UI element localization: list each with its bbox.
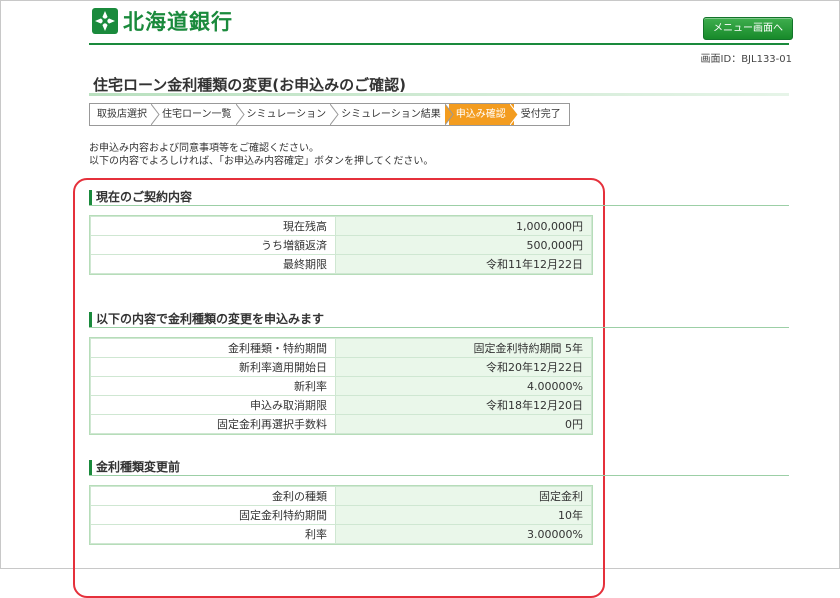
row-label: 新利率 <box>90 376 336 396</box>
row-label: 新利率適用開始日 <box>90 357 336 377</box>
table-row: 固定金利特約期間 10年 <box>90 505 592 525</box>
row-label: うち増額返済 <box>90 235 336 255</box>
row-label: 固定金利特約期間 <box>90 505 336 525</box>
bank-logo[interactable]: 北海道銀行 <box>92 6 233 36</box>
chevron-right-icon <box>444 104 454 125</box>
row-value: 固定金利特約期間 5年 <box>335 338 592 358</box>
step-label: シミュレーション <box>246 109 327 120</box>
table-row: うち増額返済 500,000円 <box>90 235 592 255</box>
section-title: 現在のご契約内容 <box>96 190 193 204</box>
table-row: 固定金利再選択手数料 0円 <box>90 414 592 434</box>
row-value: 令和20年12月22日 <box>335 357 592 377</box>
step-simulation-result: シミュレーション結果 <box>334 104 454 125</box>
table-row: 申込み取消期限 令和18年12月20日 <box>90 395 592 415</box>
table-row: 新利率適用開始日 令和20年12月22日 <box>90 357 592 377</box>
row-value: 3.00000% <box>335 524 592 544</box>
step-label: 住宅ローン一覧 <box>162 109 232 120</box>
chevron-right-icon <box>235 104 245 125</box>
row-value: 4.00000% <box>335 376 592 396</box>
table-row: 利率 3.00000% <box>90 524 592 544</box>
table-row: 金利種類・特約期間 固定金利特約期間 5年 <box>90 338 592 358</box>
table-row: 現在残高 1,000,000円 <box>90 216 592 236</box>
row-value: 500,000円 <box>335 235 592 255</box>
step-label: 受付完了 <box>520 109 561 120</box>
chevron-right-icon <box>151 104 160 125</box>
row-label: 固定金利再選択手数料 <box>90 414 336 434</box>
step-complete: 受付完了 <box>513 104 569 125</box>
section-heading-before-change: 金利種類変更前 <box>89 459 789 476</box>
intro-text: お申込み内容および同意事項等をご確認ください。 以下の内容でよろしければ、「お申… <box>89 142 433 168</box>
row-label: 現在残高 <box>90 216 336 236</box>
progress-steps: 取扱店選択 住宅ローン一覧 シミュレーション シミュレーション結果 申込み確認 … <box>89 103 570 126</box>
current-contract-table: 現在残高 1,000,000円 うち増額返済 500,000円 最終期限 令和1… <box>89 215 593 275</box>
before-change-table: 金利の種類 固定金利 固定金利特約期間 10年 利率 3.00000% <box>89 485 593 545</box>
chevron-right-icon <box>330 104 339 125</box>
row-value: 令和11年12月22日 <box>335 254 592 274</box>
row-label: 最終期限 <box>90 254 336 274</box>
step-application-confirm: 申込み確認 <box>448 104 519 125</box>
intro-line-2: 以下の内容でよろしければ、「お申込み内容確定」ボタンを押してください。 <box>89 156 434 167</box>
row-value: 令和18年12月20日 <box>335 395 592 415</box>
step-loan-list: 住宅ローン一覧 <box>155 104 245 125</box>
table-row: 最終期限 令和11年12月22日 <box>90 254 592 274</box>
section-title: 以下の内容で金利種類の変更を申込みます <box>96 312 325 326</box>
section-heading-new-rate-application: 以下の内容で金利種類の変更を申込みます <box>89 311 789 328</box>
step-label: シミュレーション結果 <box>341 109 441 120</box>
table-row: 新利率 4.00000% <box>90 376 592 396</box>
row-value: 1,000,000円 <box>335 216 592 236</box>
row-label: 利率 <box>90 524 336 544</box>
row-value: 10年 <box>335 505 592 525</box>
section-title: 金利種類変更前 <box>96 460 181 474</box>
table-row: 金利の種類 固定金利 <box>90 486 592 506</box>
row-label: 申込み取消期限 <box>90 395 336 415</box>
row-value: 0円 <box>335 414 592 434</box>
row-label: 金利の種類 <box>90 486 336 506</box>
header-divider <box>89 43 789 45</box>
step-simulation: シミュレーション <box>239 104 339 125</box>
section-marker <box>89 190 92 205</box>
step-branch-select: 取扱店選択 <box>90 104 160 125</box>
chevron-right-icon <box>509 104 519 125</box>
screen-id: 画面ID：BJL133-01 <box>700 54 792 65</box>
new-rate-table: 金利種類・特約期間 固定金利特約期間 5年 新利率適用開始日 令和20年12月2… <box>89 337 593 435</box>
intro-line-1: お申込み内容および同意事項等をご確認ください。 <box>89 143 319 154</box>
step-label: 申込み確認 <box>455 109 506 120</box>
section-heading-current-contract: 現在のご契約内容 <box>89 189 789 206</box>
menu-screen-button[interactable]: メニュー画面へ <box>703 17 793 40</box>
bank-name: 北海道銀行 <box>123 10 233 34</box>
section-marker <box>89 312 92 327</box>
bank-logo-icon <box>92 8 118 34</box>
step-label: 取扱店選択 <box>97 109 147 120</box>
row-label: 金利種類・特約期間 <box>90 338 336 358</box>
page-title: 住宅ローン金利種類の変更(お申込みのご確認) <box>89 74 789 96</box>
section-marker <box>89 460 92 475</box>
row-value: 固定金利 <box>335 486 592 506</box>
